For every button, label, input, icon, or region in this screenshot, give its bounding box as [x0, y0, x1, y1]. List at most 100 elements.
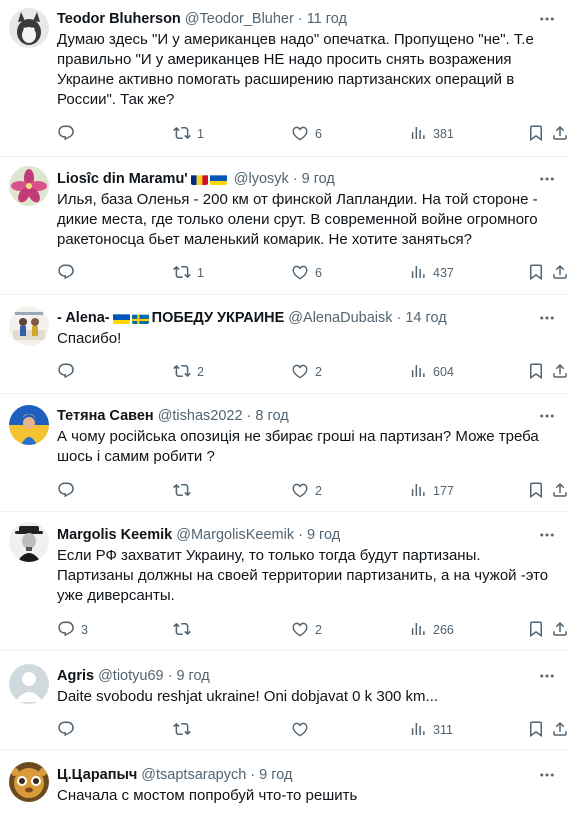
avatar[interactable]: [9, 664, 49, 704]
user-handle[interactable]: @AlenaDubaisk: [288, 308, 392, 328]
timestamp[interactable]: 9 год: [176, 666, 209, 686]
timestamp[interactable]: 9 год: [259, 765, 292, 785]
bookmark-icon: [527, 481, 545, 502]
tweet[interactable]: Agris @tiotyu69 · 9 год Daite svobodu re…: [0, 651, 568, 750]
reply-button[interactable]: [57, 720, 81, 740]
bookmark-button[interactable]: [527, 124, 545, 144]
retweet-button[interactable]: 1: [173, 124, 204, 144]
tweet[interactable]: - Alena- ПОБЕДУ УКРАИНЕ @AlenaDubaisk · …: [0, 295, 568, 394]
tweet-header: Ц.Царапыч @tsaptsarapych · 9 год: [57, 765, 560, 785]
timestamp[interactable]: 9 год: [307, 525, 340, 545]
retweet-button[interactable]: [173, 481, 197, 501]
reply-button[interactable]: [57, 124, 81, 144]
user-handle[interactable]: @MargolisKeemik: [176, 525, 294, 545]
tweet[interactable]: Teodor Bluherson @Teodor_Bluher · 11 год…: [0, 0, 568, 157]
timestamp[interactable]: 9 год: [302, 169, 335, 189]
user-handle[interactable]: @tiotyu69: [98, 666, 164, 686]
like-button[interactable]: 2: [291, 620, 322, 640]
tweet-actions: 311: [57, 720, 567, 740]
tweet-header: Agris @tiotyu69 · 9 год: [57, 666, 560, 686]
tweet-header: Teodor Bluherson @Teodor_Bluher · 11 год: [57, 9, 560, 29]
like-button[interactable]: 2: [291, 362, 322, 382]
tweet-header: Margolis Keemik @MargolisKeemik · 9 год: [57, 525, 560, 545]
views-button[interactable]: 266: [409, 620, 454, 640]
romania-flag-icon: [190, 173, 208, 185]
views-button[interactable]: 177: [409, 481, 454, 501]
display-name[interactable]: Ц.Царапыч: [57, 765, 137, 785]
views-button[interactable]: 604: [409, 362, 454, 382]
more-icon[interactable]: [536, 308, 558, 328]
avatar[interactable]: [9, 405, 49, 445]
user-handle[interactable]: @Teodor_Bluher: [185, 9, 294, 29]
share-button[interactable]: [551, 620, 568, 640]
avatar[interactable]: [9, 522, 49, 562]
views-button[interactable]: 381: [409, 124, 454, 144]
share-button[interactable]: [551, 720, 568, 740]
like-button[interactable]: [291, 720, 315, 740]
tweet-actions: 1 6 437: [57, 263, 567, 283]
separator-dot: ·: [167, 668, 173, 684]
retweet-button[interactable]: [173, 620, 197, 640]
bookmark-button[interactable]: [527, 720, 545, 740]
more-icon[interactable]: [536, 406, 558, 426]
timestamp[interactable]: 11 год: [307, 9, 347, 29]
share-button[interactable]: [551, 124, 568, 144]
user-handle[interactable]: @tsaptsarapych: [141, 765, 246, 785]
share-button[interactable]: [551, 263, 568, 283]
share-button[interactable]: [551, 362, 568, 382]
tweet[interactable]: Ц.Царапыч @tsaptsarapych · 9 год Сначала…: [0, 750, 568, 817]
reply-button[interactable]: 3: [57, 620, 88, 640]
bookmark-icon: [527, 720, 545, 741]
bookmark-icon: [527, 263, 545, 284]
retweet-button[interactable]: 1: [173, 263, 204, 283]
views-icon: [409, 362, 427, 383]
reply-button[interactable]: [57, 481, 81, 501]
share-button[interactable]: [551, 481, 568, 501]
tweet[interactable]: Margolis Keemik @MargolisKeemik · 9 год …: [0, 512, 568, 651]
display-name-suffix[interactable]: ПОБЕДУ УКРАИНЕ: [152, 308, 285, 328]
display-name[interactable]: Margolis Keemik: [57, 525, 172, 545]
more-icon[interactable]: [536, 9, 558, 29]
views-button[interactable]: 437: [409, 263, 454, 283]
retweet-icon: [173, 362, 191, 383]
more-icon[interactable]: [536, 666, 558, 686]
display-name[interactable]: - Alena-: [57, 308, 110, 328]
tweet-actions: 1 6 381: [57, 124, 567, 144]
avatar[interactable]: [9, 8, 49, 48]
more-icon[interactable]: [536, 765, 558, 785]
views-button[interactable]: 311: [409, 720, 453, 740]
separator-dot: ·: [297, 11, 303, 27]
display-name[interactable]: Teodor Bluherson: [57, 9, 181, 29]
bookmark-button[interactable]: [527, 481, 545, 501]
timestamp[interactable]: 14 год: [405, 308, 446, 328]
reply-button[interactable]: [57, 263, 81, 283]
retweet-button[interactable]: 2: [173, 362, 204, 382]
avatar[interactable]: [9, 762, 49, 802]
bookmark-button[interactable]: [527, 362, 545, 382]
user-handle[interactable]: @tishas2022: [158, 406, 243, 426]
tweet-text: А чому російська опозиція не збирає грош…: [57, 428, 539, 465]
like-icon: [291, 263, 309, 284]
like-button[interactable]: 6: [291, 124, 322, 144]
like-icon: [291, 720, 309, 741]
timestamp[interactable]: 8 год: [255, 406, 288, 426]
ukraine-flag-icon: [209, 173, 227, 185]
tweet[interactable]: Liosîc din Maramu' @lyosyk · 9 год Илья,…: [0, 157, 568, 295]
like-button[interactable]: 6: [291, 263, 322, 283]
display-name[interactable]: Liosîc din Maramu': [57, 169, 188, 189]
views-icon: [409, 263, 427, 284]
avatar[interactable]: [9, 306, 49, 346]
more-icon[interactable]: [536, 525, 558, 545]
tweet[interactable]: Тетяна Савен @tishas2022 · 8 год А чому …: [0, 394, 568, 512]
avatar[interactable]: [9, 166, 49, 206]
display-name[interactable]: Agris: [57, 666, 94, 686]
more-icon[interactable]: [536, 169, 558, 189]
like-button[interactable]: 2: [291, 481, 322, 501]
share-icon: [551, 620, 568, 641]
retweet-button[interactable]: [173, 720, 197, 740]
user-handle[interactable]: @lyosyk: [234, 169, 289, 189]
display-name[interactable]: Тетяна Савен: [57, 406, 154, 426]
bookmark-button[interactable]: [527, 620, 545, 640]
bookmark-button[interactable]: [527, 263, 545, 283]
reply-button[interactable]: [57, 362, 81, 382]
